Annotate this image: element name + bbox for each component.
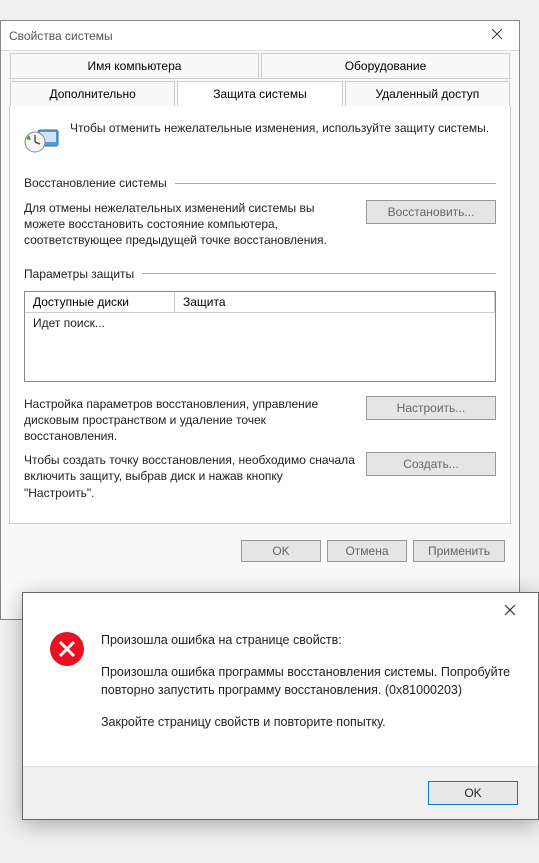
column-protection[interactable]: Защита bbox=[175, 292, 495, 313]
ok-button[interactable]: OK bbox=[241, 540, 321, 562]
apply-button[interactable]: Применить bbox=[413, 540, 505, 562]
tab-computer-name[interactable]: Имя компьютера bbox=[10, 53, 259, 78]
window-title: Свойства системы bbox=[9, 29, 483, 43]
intro-row: Чтобы отменить нежелательные изменения, … bbox=[24, 120, 496, 156]
divider bbox=[142, 273, 496, 274]
section-restore-label: Восстановление системы bbox=[24, 176, 167, 190]
divider bbox=[175, 183, 496, 184]
error-line1: Произошла ошибка на странице свойств: bbox=[101, 631, 518, 649]
error-close-button[interactable] bbox=[496, 603, 524, 621]
tabs: Имя компьютера Оборудование Дополнительн… bbox=[1, 51, 519, 106]
tab-system-protection[interactable]: Защита системы bbox=[177, 81, 342, 107]
close-icon bbox=[504, 604, 516, 616]
create-button[interactable]: Создать... bbox=[366, 452, 496, 476]
drives-body: Идет поиск... bbox=[25, 313, 495, 381]
error-dialog: Произошла ошибка на странице свойств: Пр… bbox=[22, 592, 539, 820]
drives-table: Доступные диски Защита Идет поиск... bbox=[24, 291, 496, 382]
tab-advanced[interactable]: Дополнительно bbox=[10, 81, 175, 106]
section-protect-title: Параметры защиты bbox=[24, 267, 496, 281]
intro-text: Чтобы отменить нежелательные изменения, … bbox=[70, 120, 489, 156]
close-button[interactable] bbox=[483, 27, 511, 45]
tab-hardware[interactable]: Оборудование bbox=[261, 53, 510, 78]
configure-description: Настройка параметров восстановления, упр… bbox=[24, 396, 356, 445]
restore-button[interactable]: Восстановить... bbox=[366, 200, 496, 224]
restore-row: Для отмены нежелательных изменений систе… bbox=[24, 200, 496, 249]
error-ok-button[interactable]: OK bbox=[428, 781, 518, 805]
error-titlebar bbox=[23, 593, 538, 621]
error-line3: Закройте страницу свойств и повторите по… bbox=[101, 713, 518, 731]
section-protect-label: Параметры защиты bbox=[24, 267, 134, 281]
restore-description: Для отмены нежелательных изменений систе… bbox=[24, 200, 356, 249]
titlebar: Свойства системы bbox=[1, 21, 519, 51]
error-body: Произошла ошибка на странице свойств: Пр… bbox=[23, 621, 538, 766]
configure-row: Настройка параметров восстановления, упр… bbox=[24, 396, 496, 445]
close-icon bbox=[491, 28, 503, 40]
configure-button[interactable]: Настроить... bbox=[366, 396, 496, 420]
tab-content: Чтобы отменить нежелательные изменения, … bbox=[9, 106, 511, 524]
column-drives[interactable]: Доступные диски bbox=[25, 292, 175, 313]
shield-time-icon bbox=[24, 120, 60, 156]
error-icon bbox=[49, 631, 85, 667]
error-text: Произошла ошибка на странице свойств: Пр… bbox=[101, 631, 518, 746]
cancel-button[interactable]: Отмена bbox=[327, 540, 407, 562]
create-row: Чтобы создать точку восстановления, необ… bbox=[24, 452, 496, 501]
error-line2: Произошла ошибка программы восстановлени… bbox=[101, 663, 518, 699]
create-description: Чтобы создать точку восстановления, необ… bbox=[24, 452, 356, 501]
system-properties-window: Свойства системы Имя компьютера Оборудов… bbox=[0, 20, 520, 620]
dialog-buttons: OK Отмена Применить bbox=[1, 532, 519, 570]
drives-header: Доступные диски Защита bbox=[25, 292, 495, 313]
error-buttons: OK bbox=[23, 766, 538, 819]
tab-remote[interactable]: Удаленный доступ bbox=[345, 81, 510, 106]
section-restore-title: Восстановление системы bbox=[24, 176, 496, 190]
